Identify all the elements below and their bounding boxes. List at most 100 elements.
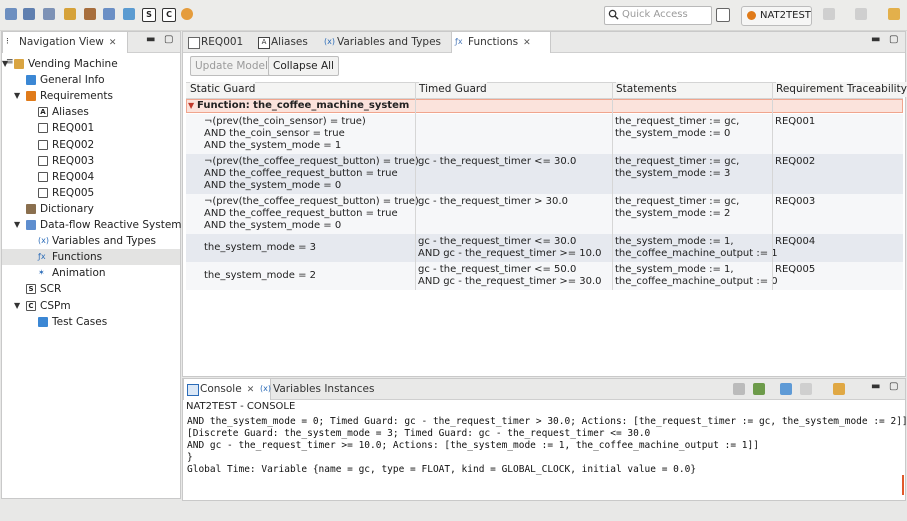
collapse-all-button[interactable]: Collapse All	[268, 56, 339, 76]
tab-variables-and-types[interactable]: (x) Variables and Types	[321, 32, 457, 52]
pin-console-icon[interactable]	[780, 383, 792, 395]
statements-cell: the_coffee_machine_output := 0	[615, 276, 778, 287]
quick-access-input[interactable]: Quick Access	[604, 6, 712, 25]
update-model-button[interactable]: Update Model	[190, 56, 273, 76]
statements-cell: the_system_mode := 0	[615, 128, 731, 139]
main-toolbar: S C Quick Access NAT2TEST	[0, 0, 907, 31]
timed-guard-cell: gc - the_request_timer <= 30.0	[418, 156, 577, 167]
tree-item-aliases[interactable]: A Aliases	[2, 104, 180, 120]
minimize-icon[interactable]: ▬	[871, 34, 880, 45]
console-line: AND the_system_mode = 0; Timed Guard: gc…	[187, 416, 907, 427]
tree-item-dictionary[interactable]: Dictionary	[2, 201, 180, 217]
statements-cell: the_request_timer := gc,	[615, 196, 740, 207]
new-file-icon[interactable]	[5, 8, 17, 20]
c-icon: C	[26, 300, 36, 311]
table-icon[interactable]	[103, 8, 115, 20]
column-divider	[612, 82, 613, 290]
static-guard-cell: ¬(prev(the_coffee_request_button) = true…	[204, 196, 419, 207]
requirement-cell: REQ003	[775, 196, 816, 207]
tree-item-test-cases[interactable]: Test Cases	[2, 314, 180, 330]
save-icon[interactable]	[43, 8, 55, 20]
edit-pencil-icon[interactable]	[64, 8, 76, 20]
tab-functions[interactable]: ƒx Functions ✕	[451, 32, 551, 53]
tree-item-label: SCR	[40, 283, 62, 296]
tree-item-label: Variables and Types	[52, 235, 157, 248]
tree-item-vending-machine[interactable]: ▼ Vending Machine	[2, 56, 180, 72]
chart-icon[interactable]	[123, 8, 135, 20]
column-header-requirement-traceability[interactable]: Requirement Traceability	[776, 82, 907, 97]
tree-item-scr[interactable]: S SCR	[2, 281, 180, 297]
close-icon[interactable]: ✕	[523, 38, 531, 48]
expand-twisty-icon[interactable]: ▼	[14, 217, 20, 233]
tree-item-variables-and-types[interactable]: (x) Variables and Types	[2, 233, 180, 249]
variables-icon: (x)	[260, 384, 271, 393]
plugin-icon[interactable]	[888, 8, 900, 20]
tab-aliases[interactable]: A Aliases	[255, 32, 331, 52]
expand-twisty-icon[interactable]: ▼	[2, 56, 8, 72]
tab-label: Functions	[468, 36, 519, 48]
doc-icon	[38, 187, 48, 198]
column-header-statements[interactable]: Statements	[616, 82, 677, 97]
functions-icon: ƒx	[455, 37, 463, 46]
tab-navigation-view[interactable]: ⁝≡ Navigation View ✕	[2, 32, 128, 67]
open-folder-icon[interactable]	[23, 8, 35, 20]
minimize-icon[interactable]: ▬	[146, 34, 155, 45]
tab-req001[interactable]: REQ001	[185, 32, 261, 52]
tree-item-label: REQ003	[52, 154, 95, 167]
tree-item-req005[interactable]: REQ005	[2, 185, 180, 201]
tree-item-label: General Info	[40, 74, 105, 87]
console-title: NAT2TEST - CONSOLE	[186, 401, 296, 412]
tree-item-general-info[interactable]: General Info	[2, 72, 180, 88]
tree-item-req003[interactable]: REQ003	[2, 153, 180, 169]
tree-item-req002[interactable]: REQ002	[2, 137, 180, 153]
clear-console-icon[interactable]	[733, 383, 745, 395]
navigation-view-panel: ⁝≡ Navigation View ✕ ▬ ▢ ▼ Vending Machine…	[1, 31, 182, 499]
minimize-icon[interactable]: ▬	[871, 381, 880, 392]
expand-twisty-icon[interactable]: ▼	[14, 298, 20, 314]
scroll-lock-icon[interactable]	[753, 383, 765, 395]
c-icon[interactable]: C	[162, 8, 176, 22]
collapse-twisty-icon[interactable]: ▼	[188, 100, 194, 112]
open-perspective-icon[interactable]	[716, 8, 730, 22]
expand-twisty-icon[interactable]: ▼	[14, 88, 20, 104]
doc-icon	[38, 171, 48, 182]
tree-item-cspm[interactable]: ▼ C CSPm	[2, 298, 180, 314]
tree-item-animation[interactable]: ✶ Animation	[2, 265, 180, 281]
tree-item-requirements[interactable]: ▼ Requirements	[2, 88, 180, 104]
tree-item-req001[interactable]: REQ001	[2, 120, 180, 136]
perspective-button[interactable]: NAT2TEST	[741, 6, 812, 26]
column-header-static-guard[interactable]: Static Guard	[190, 82, 256, 97]
forward-icon[interactable]	[855, 8, 867, 20]
tab-variables-instances[interactable]: (x) Variables Instances	[257, 379, 383, 399]
maximize-icon[interactable]: ▢	[889, 34, 898, 45]
close-icon[interactable]: ✕	[247, 385, 255, 395]
perspective-icon	[747, 11, 756, 20]
gear-icon[interactable]	[181, 8, 193, 20]
tree-item-label: Requirements	[40, 90, 113, 103]
close-icon[interactable]: ✕	[109, 38, 117, 48]
person-icon[interactable]	[84, 8, 96, 20]
open-console-icon[interactable]	[833, 383, 845, 395]
doc-icon	[38, 123, 48, 134]
tree-item-req004[interactable]: REQ004	[2, 169, 180, 185]
tree-item-label: Animation	[52, 267, 106, 280]
back-icon[interactable]	[823, 8, 835, 20]
console-line: Global Time: Variable {name = gc, type =…	[187, 464, 697, 475]
tree-item-data-flow-reactive-system[interactable]: ▼ Data-flow Reactive System	[2, 217, 182, 233]
maximize-icon[interactable]: ▢	[164, 34, 173, 45]
tab-label: Variables and Types	[337, 36, 442, 48]
animation-icon: ✶	[38, 268, 45, 278]
tab-label: Navigation View	[19, 36, 104, 48]
doc-icon	[188, 37, 200, 49]
column-header-timed-guard[interactable]: Timed Guard	[419, 82, 487, 97]
tree-view-icon: ⁝≡	[6, 37, 14, 67]
console-scroll-marker	[902, 475, 904, 495]
static-guard-cell: ¬(prev(the_coffee_request_button) = true…	[204, 156, 419, 167]
display-console-icon[interactable]	[800, 383, 812, 395]
maximize-icon[interactable]: ▢	[889, 381, 898, 392]
static-guard-cell: AND the_system_mode = 0	[204, 180, 342, 191]
info-icon	[26, 75, 36, 86]
static-guard-cell: AND the_system_mode = 1	[204, 140, 342, 151]
tree-item-functions[interactable]: ƒx Functions	[2, 249, 180, 266]
s-icon[interactable]: S	[142, 8, 156, 22]
